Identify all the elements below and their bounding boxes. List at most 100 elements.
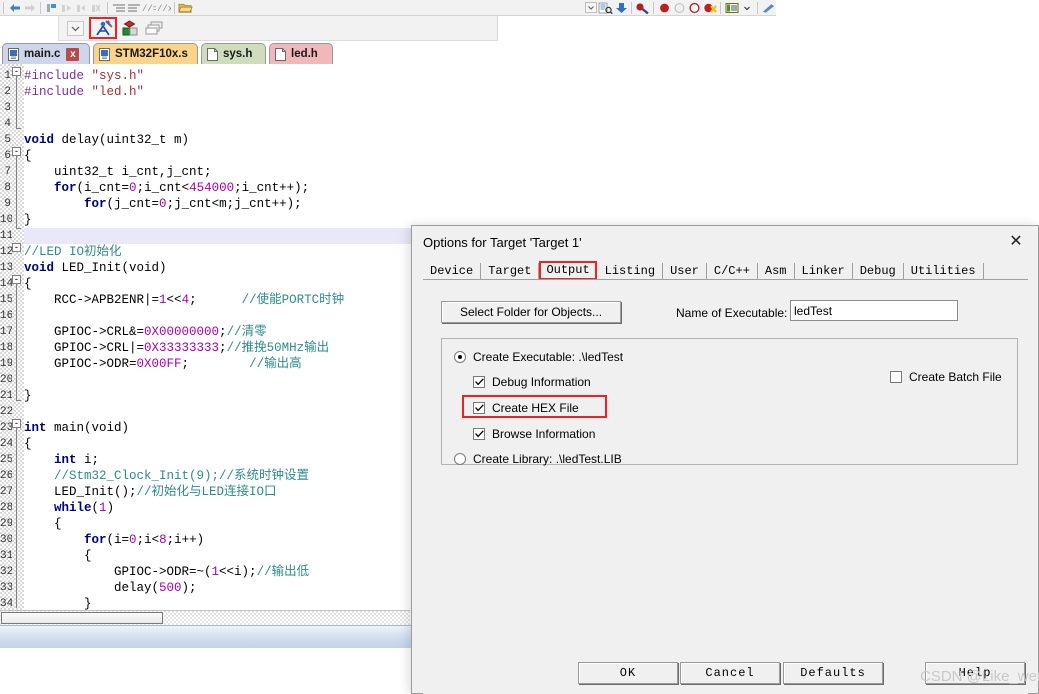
- outdent-icon[interactable]: [126, 1, 141, 15]
- tab-debug[interactable]: Debug: [852, 263, 904, 280]
- undo-arrow-icon[interactable]: [7, 1, 22, 15]
- insert-icon[interactable]: [613, 1, 628, 15]
- checkbox-icon[interactable]: [473, 402, 485, 414]
- line-number: 30: [0, 534, 12, 546]
- breakpoint-icon[interactable]: [657, 1, 672, 15]
- toolbar-separator: [107, 1, 108, 14]
- code-line[interactable]: uint32_t i_cnt,j_cnt;: [24, 164, 1039, 180]
- tab-target[interactable]: Target: [481, 263, 540, 280]
- file-tab-stm32f10x-s[interactable]: STM32F10x.s: [93, 43, 198, 64]
- debug-tool-icon[interactable]: [635, 1, 650, 15]
- line-number: 29: [0, 518, 12, 530]
- file-tab-label: main.c: [24, 48, 61, 60]
- multi-project-icon[interactable]: [143, 17, 167, 39]
- tab-utilities[interactable]: Utilities: [903, 263, 984, 280]
- breakpoint-unverified-icon[interactable]: [687, 1, 702, 15]
- dropdown-arrow-icon[interactable]: [739, 1, 754, 15]
- bookmark-clear-icon[interactable]: [89, 1, 104, 15]
- create-executable-option[interactable]: Create Executable: .\ledTest: [454, 350, 623, 364]
- tab-linker[interactable]: Linker: [794, 263, 853, 280]
- create-batch-file-option[interactable]: Create Batch File: [890, 370, 1002, 384]
- line-number: 16: [0, 310, 12, 322]
- code-line[interactable]: void delay(uint32_t m): [24, 132, 1039, 148]
- code-line[interactable]: {: [24, 148, 1039, 164]
- bookmark-icon[interactable]: [44, 1, 59, 15]
- fold-marker[interactable]: -: [12, 419, 21, 429]
- code-line[interactable]: for(j_cnt=0;j_cnt<m;j_cnt++);: [24, 196, 1039, 212]
- fold-foot: [16, 400, 21, 401]
- close-icon[interactable]: ✕: [994, 226, 1038, 256]
- code-token: for: [84, 533, 107, 547]
- checkbox-icon[interactable]: [890, 371, 902, 383]
- name-of-executable-input[interactable]: ledTest: [790, 300, 958, 321]
- fold-foot: [16, 128, 21, 129]
- find-in-files-icon[interactable]: [598, 1, 613, 15]
- open-folder-icon[interactable]: [178, 1, 193, 15]
- bookmark-next-icon[interactable]: [74, 1, 89, 15]
- window-list-icon[interactable]: [724, 1, 739, 15]
- bookmark-prev-icon[interactable]: [59, 1, 74, 15]
- tab-device[interactable]: Device: [423, 263, 482, 280]
- code-token: //输出高: [249, 357, 302, 371]
- toolbar-separator: [757, 1, 758, 14]
- redo-arrow-icon[interactable]: [22, 1, 37, 15]
- code-token: ;j_cnt<m;j_cnt++);: [166, 197, 302, 211]
- radio-icon[interactable]: [454, 351, 466, 363]
- comment-icon[interactable]: //=: [141, 1, 156, 15]
- tab-c-cpp[interactable]: C/C++: [706, 263, 758, 280]
- fold-marker[interactable]: -: [12, 67, 21, 77]
- code-token: (i=: [106, 533, 130, 547]
- line-numbers: 1 2 3 4 5 6 7 8 9 10 11 12 13 14 15 16 17 18 19 20 21 22 23 24 2…: [0, 64, 12, 610]
- checkbox-icon[interactable]: [473, 428, 485, 440]
- uncomment-icon[interactable]: //x: [156, 1, 171, 15]
- line-number: 15: [0, 294, 12, 306]
- tab-listing[interactable]: Listing: [597, 263, 664, 280]
- indent-icon[interactable]: [111, 1, 126, 15]
- radio-icon[interactable]: [454, 453, 466, 465]
- configure-icon[interactable]: [761, 1, 776, 15]
- code-line[interactable]: for(i_cnt=0;i_cnt<454000;i_cnt++);: [24, 180, 1039, 196]
- bottom-panel: [0, 648, 412, 694]
- tab-user[interactable]: User: [663, 263, 707, 280]
- code-line[interactable]: [24, 100, 1039, 116]
- fold-marker[interactable]: -: [12, 275, 21, 285]
- code-line[interactable]: #include "led.h": [24, 84, 1039, 100]
- breakpoint-kill-icon[interactable]: [702, 1, 717, 15]
- fold-marker[interactable]: -: [12, 243, 21, 253]
- checkbox-icon[interactable]: [473, 376, 485, 388]
- code-token: #include: [24, 85, 92, 99]
- dropdown-arrow-icon[interactable]: [583, 1, 598, 15]
- dropdown-arrow-icon[interactable]: [63, 17, 87, 39]
- toolbar-separator: [174, 1, 175, 14]
- tab-asm[interactable]: Asm: [757, 263, 795, 280]
- file-tab-led-h[interactable]: led.h: [269, 43, 333, 64]
- defaults-button[interactable]: Defaults: [783, 662, 883, 684]
- code-token: GPIOC->CRL&=: [24, 325, 145, 339]
- file-tab-sys-h[interactable]: sys.h: [201, 43, 266, 64]
- code-token: LED_Init();: [24, 485, 137, 499]
- code-token: ;i++): [166, 533, 205, 547]
- code-line[interactable]: [24, 116, 1039, 132]
- fold-marker[interactable]: -: [12, 147, 21, 157]
- manage-project-items-icon[interactable]: [119, 17, 143, 39]
- scrollbar-thumb[interactable]: [1, 612, 163, 624]
- debug-information-option[interactable]: Debug Information: [473, 375, 591, 389]
- create-hex-file-option[interactable]: Create HEX File: [473, 401, 579, 415]
- file-tab-main-c[interactable]: main.c x: [2, 43, 90, 64]
- select-folder-for-objects-button[interactable]: Select Folder for Objects...: [441, 301, 621, 323]
- breakpoint-disabled-icon[interactable]: [672, 1, 687, 15]
- editor-horizontal-scrollbar[interactable]: [0, 610, 410, 625]
- close-icon[interactable]: x: [66, 47, 80, 61]
- create-library-option[interactable]: Create Library: .\ledTest.LIB: [454, 452, 622, 466]
- options-for-target-icon[interactable]: [91, 17, 115, 39]
- line-number: 24: [0, 438, 12, 450]
- cancel-button[interactable]: Cancel: [680, 662, 780, 684]
- ok-button[interactable]: OK: [578, 662, 678, 684]
- browse-information-option[interactable]: Browse Information: [473, 427, 595, 441]
- code-line[interactable]: #include "sys.h": [24, 68, 1039, 84]
- line-number: 22: [0, 406, 12, 418]
- build-toolbar: [0, 16, 1039, 42]
- toolbar-separator: [653, 1, 654, 14]
- tab-output[interactable]: Output: [539, 261, 597, 280]
- code-folding-bar[interactable]: [12, 64, 24, 610]
